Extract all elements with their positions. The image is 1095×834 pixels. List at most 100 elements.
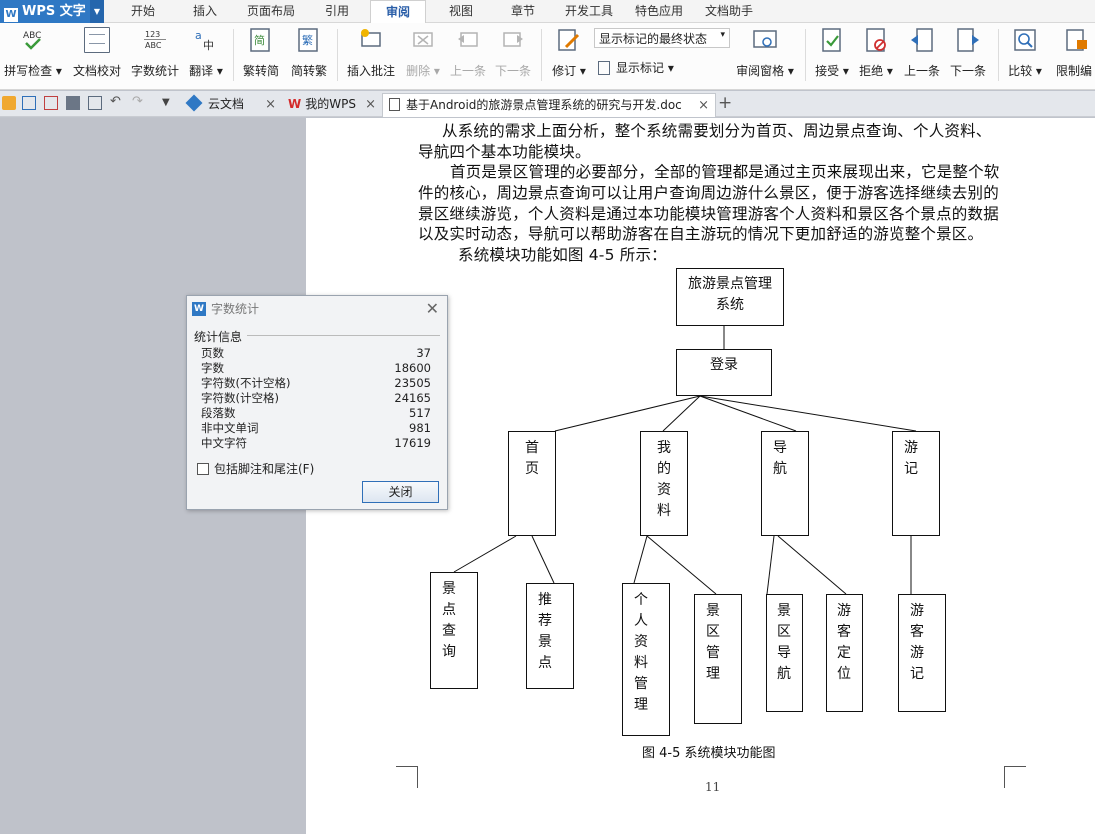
cloud-doc-icon	[185, 94, 203, 112]
show-markup-icon	[598, 61, 610, 75]
redo-icon[interactable]: ↷	[132, 95, 146, 110]
stat-label: 段落数	[201, 406, 236, 420]
dialog-title: 字数统计	[211, 302, 260, 316]
revise-label: 修订	[552, 64, 577, 78]
node-module: 首页	[508, 431, 556, 536]
stat-row: 字数 18600	[201, 361, 431, 376]
doc-proof-button[interactable]: 文档校对	[70, 27, 124, 83]
new-tab-icon[interactable]: +	[718, 93, 732, 113]
insert-comment-button[interactable]: 插入批注	[343, 27, 399, 83]
wps-window: W WPS 文字 ▼ 开始 插入 页面布局 引用 审阅 视图 章节 开发工具 特色…	[0, 0, 1095, 834]
prev-comment-button[interactable]: 上一条	[446, 27, 490, 83]
stat-value: 24165	[394, 391, 431, 405]
close-icon[interactable]: ✕	[426, 296, 439, 322]
tab-insert[interactable]: 插入	[180, 0, 230, 23]
word-count-button[interactable]: 123 ABC 字数统计	[128, 27, 182, 83]
markup-state-select[interactable]: 显示标记的最终状态 ▾	[594, 28, 730, 48]
doc-proof-icon	[84, 27, 110, 53]
prev-change-icon	[911, 28, 933, 52]
to-simplified-button[interactable]: 繁 简转繁	[286, 27, 332, 83]
quick-access-menu-icon[interactable]: ▼	[162, 96, 176, 110]
tab-document-label: 基于Android的旅游景点管理系统的研究与开发.doc	[406, 98, 682, 112]
next-change-icon	[957, 28, 979, 52]
show-markup-button[interactable]: 显示标记 ▾	[598, 59, 674, 76]
tab-references[interactable]: 引用	[314, 0, 360, 23]
close-icon[interactable]: ×	[365, 93, 376, 116]
stat-value: 18600	[394, 361, 431, 375]
close-button[interactable]: 关闭	[362, 481, 439, 503]
restrict-editing-label: 限制编	[1056, 64, 1093, 78]
tab-cloud-docs[interactable]: 云文档 ×	[182, 93, 282, 117]
word-count-icon: 123 ABC	[144, 30, 166, 50]
revise-button[interactable]: 修订 ▾	[548, 27, 590, 83]
node-module: 游记	[892, 431, 940, 536]
print-icon[interactable]	[66, 96, 80, 110]
compare-button[interactable]: 比较 ▾	[1004, 27, 1046, 83]
to-traditional-button[interactable]: 简 繁转简	[238, 27, 284, 83]
wps-logo-icon: W	[4, 8, 18, 22]
stat-label: 页数	[201, 346, 224, 360]
close-icon[interactable]: ×	[698, 94, 709, 117]
translate-button[interactable]: a中 翻译 ▾	[184, 27, 228, 83]
app-menu-button[interactable]: W WPS 文字 ▼	[0, 0, 104, 23]
spell-check-button[interactable]: ABC 拼写检查 ▾	[2, 27, 64, 83]
review-pane-icon	[753, 30, 777, 48]
svg-text:繁: 繁	[302, 33, 313, 47]
traditional-icon: 繁	[298, 28, 318, 52]
next-change-button[interactable]: 下一条	[946, 27, 990, 83]
stat-label: 非中文单词	[201, 421, 259, 435]
compare-icon	[1014, 29, 1036, 51]
figure-caption: 图 4-5 系统模块功能图	[642, 746, 776, 761]
tab-document[interactable]: 基于Android的旅游景点管理系统的研究与开发.doc ×	[382, 93, 716, 117]
tab-doc-assistant[interactable]: 文档助手	[698, 0, 760, 23]
restrict-editing-button[interactable]: 限制编	[1056, 27, 1095, 83]
tab-my-wps[interactable]: W 我的WPS ×	[282, 93, 382, 117]
prev-change-button[interactable]: 上一条	[900, 27, 944, 83]
translate-label: 翻译	[189, 64, 214, 78]
to-simplified-label: 简转繁	[290, 64, 327, 78]
tab-page-layout[interactable]: 页面布局	[238, 0, 304, 23]
tab-chapter[interactable]: 章节	[498, 0, 548, 23]
delete-comment-button[interactable]: 删除 ▾	[402, 27, 444, 83]
accept-button[interactable]: 接受 ▾	[812, 27, 852, 83]
tab-features[interactable]: 特色应用	[628, 0, 690, 23]
tab-view[interactable]: 视图	[436, 0, 486, 23]
tab-review[interactable]: 审阅	[370, 0, 426, 24]
document-tab-bar: ↶ ↷ ▼ 云文档 × W 我的WPS × 基于Android的旅游景点管理系统的…	[0, 91, 1095, 117]
checkbox-box[interactable]	[197, 463, 209, 475]
close-icon[interactable]: ×	[265, 93, 276, 116]
tab-my-wps-label: 我的WPS	[305, 97, 356, 111]
document-icon	[389, 98, 400, 111]
stat-row: 非中文单词 981	[201, 421, 431, 436]
tab-start[interactable]: 开始	[118, 0, 168, 23]
tab-developer[interactable]: 开发工具	[558, 0, 620, 23]
reject-button[interactable]: 拒绝 ▾	[856, 27, 896, 83]
print-preview-icon[interactable]	[88, 96, 102, 110]
wps-writer-icon: W	[192, 302, 206, 316]
stat-value: 23505	[394, 376, 431, 390]
chevron-down-icon[interactable]: ▾	[720, 30, 725, 40]
open-icon[interactable]	[2, 96, 16, 110]
next-comment-button[interactable]: 下一条	[491, 27, 535, 83]
prev-comment-label: 上一条	[449, 64, 486, 78]
stat-label: 字符数(不计空格)	[201, 376, 291, 390]
next-change-label: 下一条	[949, 64, 986, 78]
ribbon-separator	[337, 29, 338, 81]
include-footnotes-checkbox[interactable]: 包括脚注和尾注(F)	[197, 460, 314, 477]
stat-row: 中文字符 17619	[201, 436, 431, 451]
accept-label: 接受	[815, 64, 840, 78]
divider	[247, 335, 440, 336]
insert-comment-icon	[361, 29, 381, 47]
node-leaf: 游客定位	[826, 594, 863, 712]
export-pdf-icon[interactable]	[44, 96, 58, 110]
review-pane-button[interactable]: 审阅窗格 ▾	[734, 27, 796, 83]
page-number: 11	[705, 780, 721, 794]
dialog-titlebar[interactable]: W 字数统计 ✕	[187, 296, 447, 322]
stat-value: 981	[409, 421, 431, 435]
accept-icon	[822, 28, 841, 52]
undo-icon[interactable]: ↶	[110, 95, 124, 110]
app-menu-arrow-icon[interactable]: ▼	[90, 0, 104, 23]
my-wps-icon: W	[288, 97, 302, 111]
save-icon[interactable]	[22, 96, 36, 110]
simplify-icon: 简	[250, 28, 270, 52]
